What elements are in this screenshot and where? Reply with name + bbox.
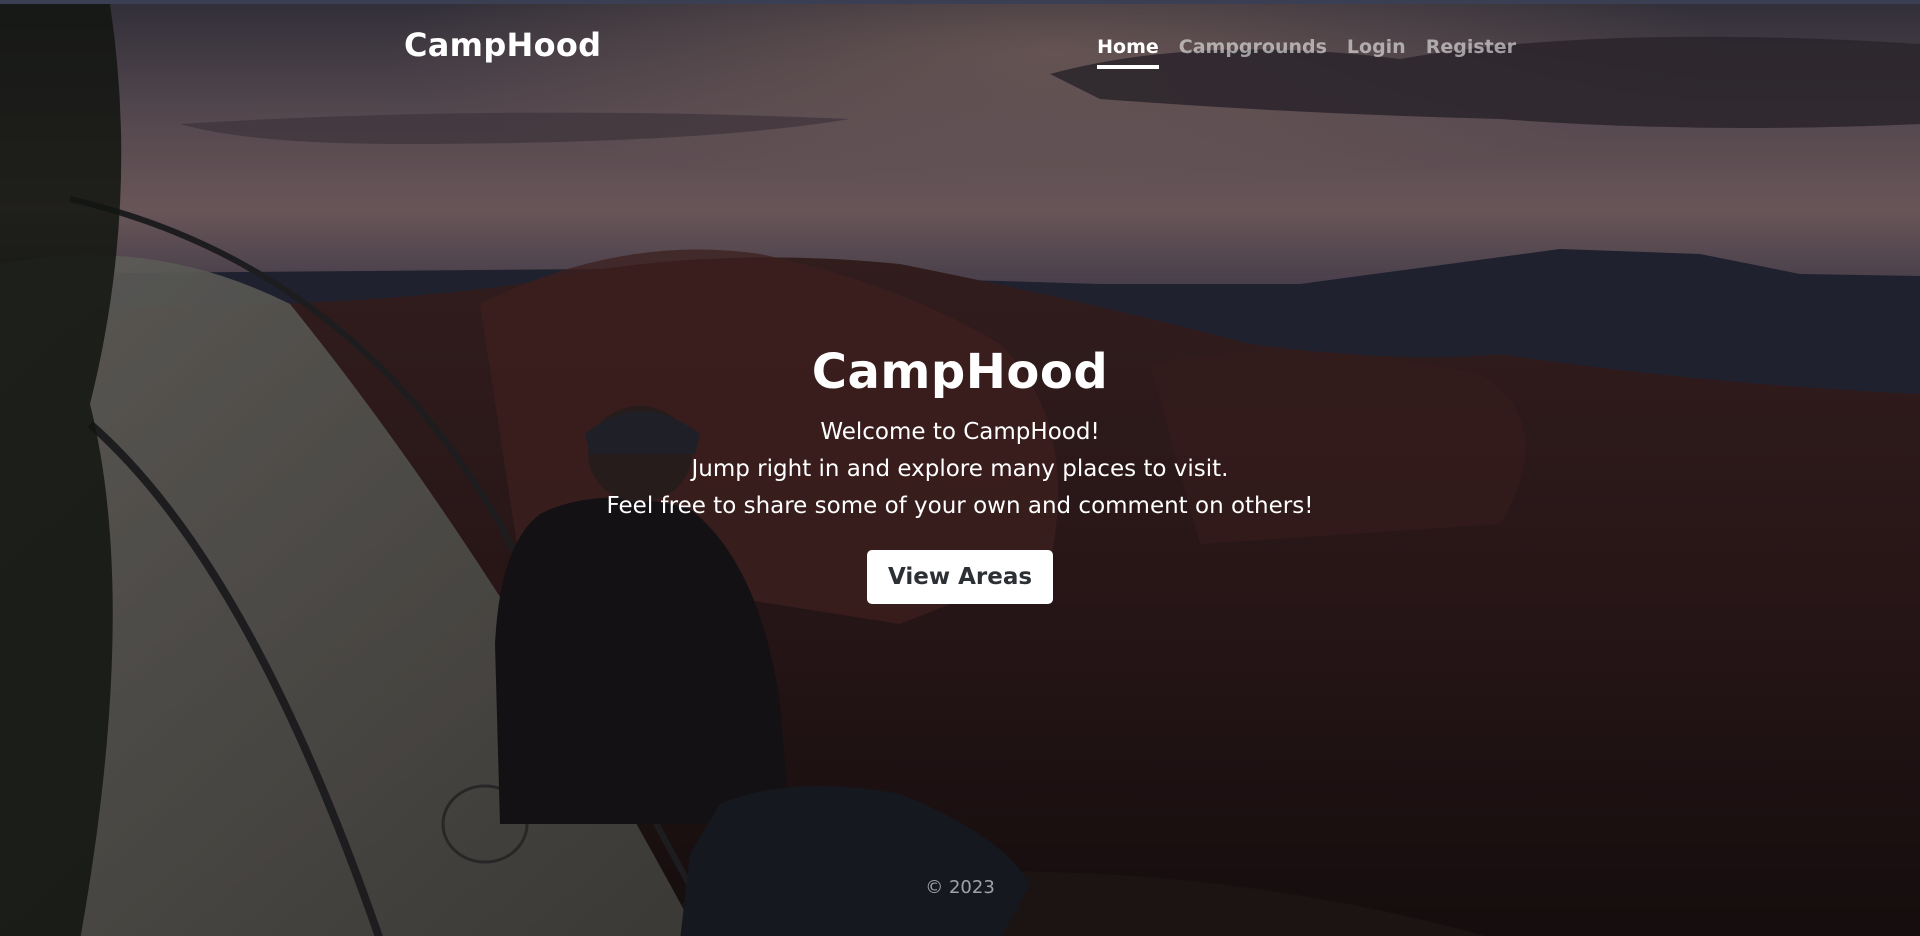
- page: CampHood Home Campgrounds Login Register…: [0, 0, 1920, 936]
- nav-campgrounds-link[interactable]: Campgrounds: [1179, 34, 1327, 69]
- hero-title: CampHood: [811, 344, 1109, 400]
- nav-register-link[interactable]: Register: [1426, 34, 1516, 69]
- nav-login-link[interactable]: Login: [1347, 34, 1406, 69]
- nav-home-link[interactable]: Home: [1097, 34, 1159, 69]
- copyright-text: © 2023: [925, 877, 995, 898]
- view-areas-button[interactable]: View Areas: [866, 550, 1054, 604]
- hero-welcome-line: Welcome to CampHood!: [820, 419, 1100, 445]
- hero-explore-line: Jump right in and explore many places to…: [691, 456, 1229, 482]
- hero-section: CampHood Welcome to CampHood! Jump right…: [0, 342, 1920, 604]
- site-footer: © 2023: [0, 877, 1920, 898]
- hero-share-line: Feel free to share some of your own and …: [606, 493, 1314, 519]
- site-header: CampHood Home Campgrounds Login Register: [404, 4, 1516, 94]
- main-nav: Home Campgrounds Login Register: [1077, 34, 1516, 69]
- brand-logo-link[interactable]: CampHood: [404, 26, 601, 64]
